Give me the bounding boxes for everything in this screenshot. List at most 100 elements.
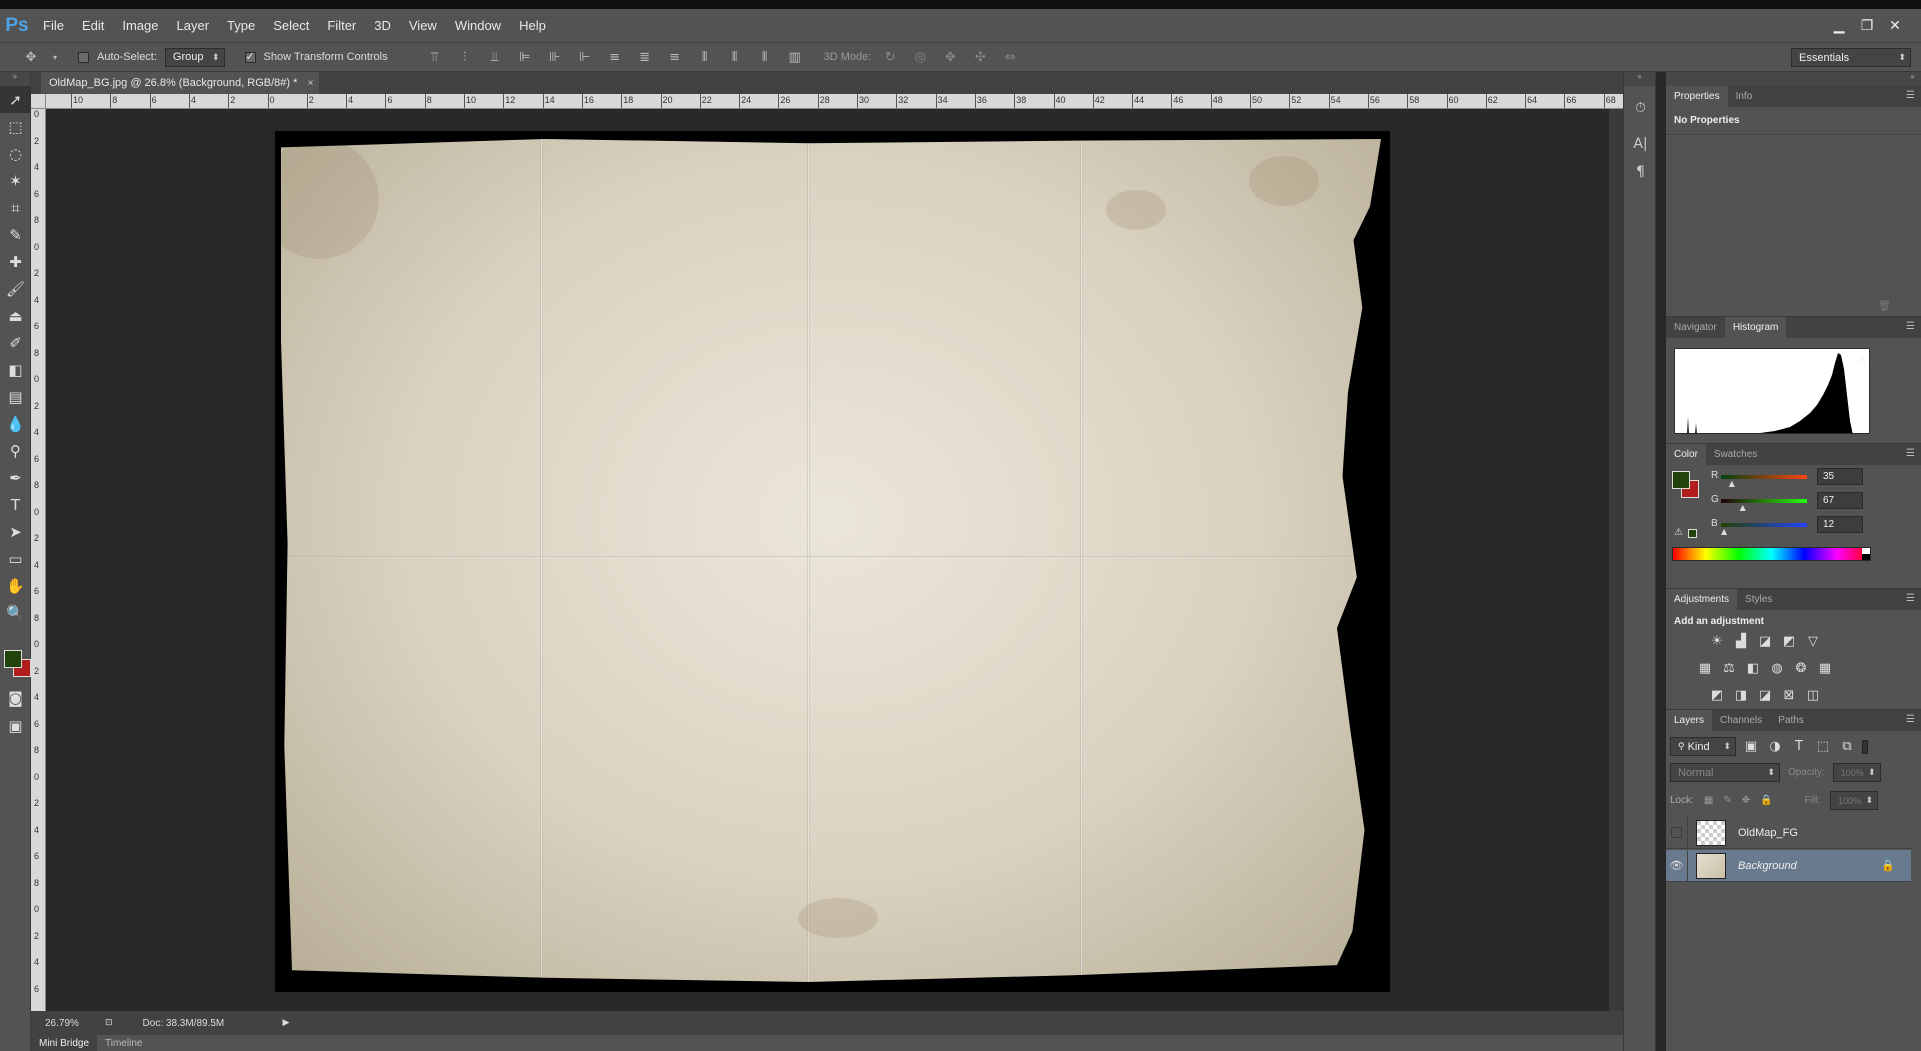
align-hcenter-icon[interactable]: ⊪	[544, 50, 566, 65]
tab-histogram[interactable]: Histogram	[1724, 317, 1787, 338]
distribute-vcenter-icon[interactable]: ≣	[634, 50, 656, 65]
color-fg-swatch[interactable]	[1672, 471, 1690, 489]
tab-paths[interactable]: Paths	[1770, 710, 1812, 731]
layer-name[interactable]: OldMap_FG	[1738, 827, 1798, 839]
lasso-tool-icon[interactable]: ◌	[0, 140, 31, 167]
distribute-top-icon[interactable]: ≡	[604, 50, 626, 65]
close-icon[interactable]: ×	[308, 78, 314, 89]
collapse-panels-icon[interactable]: »	[1666, 72, 1921, 86]
tab-swatches[interactable]: Swatches	[1706, 444, 1765, 465]
path-selection-tool-icon[interactable]: ➤	[0, 518, 31, 545]
menu-view[interactable]: View	[400, 18, 446, 33]
visibility-toggle[interactable]	[1666, 816, 1688, 849]
gradient-tool-icon[interactable]: ▤	[0, 383, 31, 410]
auto-select-dropdown[interactable]: Group	[164, 47, 225, 67]
close-button[interactable]: ✕	[1881, 15, 1909, 37]
vertical-scrollbar[interactable]	[1609, 109, 1623, 1012]
lock-transparent-icon[interactable]: ▦	[1704, 795, 1713, 806]
menu-image[interactable]: Image	[113, 18, 167, 33]
auto-align-icon[interactable]: ▥	[784, 50, 806, 65]
collapse-toolbar-icon[interactable]: »	[0, 72, 30, 86]
menu-help[interactable]: Help	[510, 18, 555, 33]
opacity-input[interactable]: 100%	[1832, 763, 1881, 782]
auto-select-checkbox[interactable]	[78, 51, 89, 63]
levels-icon[interactable]: ▟	[1732, 632, 1750, 650]
selective-color-icon[interactable]: ◫	[1804, 686, 1822, 704]
lock-position-icon[interactable]: ✥	[1742, 795, 1750, 806]
tab-channels[interactable]: Channels	[1712, 710, 1770, 731]
magic-wand-tool-icon[interactable]: ✶	[0, 167, 31, 194]
gamut-warning-icon[interactable]: ⚠	[1674, 527, 1683, 538]
3d-slide-icon[interactable]: ✣	[969, 50, 991, 65]
history-brush-tool-icon[interactable]: ✐	[0, 329, 31, 356]
hand-tool-icon[interactable]: ✋	[0, 572, 31, 599]
panel-menu-icon[interactable]: ☰	[1906, 714, 1915, 725]
eyedropper-tool-icon[interactable]: ✎	[0, 221, 31, 248]
menu-layer[interactable]: Layer	[168, 18, 219, 33]
show-transform-checkbox[interactable]	[244, 50, 256, 63]
tab-properties[interactable]: Properties	[1666, 86, 1728, 107]
tab-info[interactable]: Info	[1728, 86, 1761, 107]
layer-row-oldmap-fg[interactable]: OldMap_FG	[1666, 816, 1911, 849]
healing-brush-tool-icon[interactable]: ✚	[0, 248, 31, 275]
3d-roll-icon[interactable]: ◎	[909, 50, 931, 65]
color-lookup-icon[interactable]: ▦	[1816, 659, 1834, 677]
3d-scale-icon[interactable]: ⇔	[999, 50, 1021, 65]
status-menu-arrow[interactable]: ▶	[283, 1018, 290, 1028]
zoom-tool-icon[interactable]: 🔍	[0, 599, 31, 626]
align-bottom-icon[interactable]: ⫫	[484, 50, 506, 65]
fill-input[interactable]: 100%	[1830, 791, 1879, 810]
tab-layers[interactable]: Layers	[1666, 710, 1713, 731]
menu-filter[interactable]: Filter	[318, 18, 365, 33]
slider-blue[interactable]: B ▲ 12	[1711, 516, 1871, 539]
panel-menu-icon[interactable]: ☰	[1906, 593, 1915, 604]
align-vcenter-icon[interactable]: ⫶	[454, 50, 476, 65]
green-value-input[interactable]: 67	[1817, 492, 1863, 509]
quick-mask-icon[interactable]: ◙	[0, 684, 31, 711]
color-spectrum-bar[interactable]	[1672, 547, 1871, 561]
black-white-icon[interactable]: ◧	[1744, 659, 1762, 677]
menu-type[interactable]: Type	[218, 18, 264, 33]
hue-saturation-icon[interactable]: ▦	[1696, 659, 1714, 677]
lock-all-icon[interactable]: 🔒	[1760, 795, 1772, 806]
distribute-hcenter-icon[interactable]: ⦀	[724, 50, 746, 65]
tab-navigator[interactable]: Navigator	[1666, 317, 1725, 338]
tab-color[interactable]: Color	[1666, 444, 1706, 465]
filter-pixel-icon[interactable]: ▣	[1742, 738, 1760, 756]
brush-tool-icon[interactable]: 🖌	[0, 275, 31, 302]
filter-toggle[interactable]	[1862, 739, 1868, 754]
3d-rotate-icon[interactable]: ↻	[879, 50, 901, 65]
crop-tool-icon[interactable]: ⌗	[0, 194, 31, 221]
minimize-button[interactable]: ▁	[1825, 15, 1853, 37]
move-tool-preset-icon[interactable]: ✥	[20, 50, 42, 65]
align-top-icon[interactable]: ⫪	[424, 50, 446, 65]
layer-name[interactable]: Background	[1738, 860, 1797, 872]
dodge-tool-icon[interactable]: ⚲	[0, 437, 31, 464]
color-balance-icon[interactable]: ⚖	[1720, 659, 1738, 677]
filter-adjustment-icon[interactable]: ◑	[1766, 738, 1784, 756]
slider-green[interactable]: G ▲ 67	[1711, 492, 1871, 515]
document-image[interactable]	[275, 131, 1390, 992]
blend-mode-dropdown[interactable]: Normal	[1670, 763, 1780, 782]
layer-row-background[interactable]: 👁 Background 🔒	[1666, 849, 1911, 882]
trash-icon[interactable]: 🗑	[1878, 301, 1891, 312]
menu-3d[interactable]: 3D	[365, 18, 400, 33]
menu-edit[interactable]: Edit	[73, 18, 113, 33]
chevron-down-icon[interactable]: ▾	[50, 53, 60, 62]
3d-pan-icon[interactable]: ✥	[939, 50, 961, 65]
move-tool-icon[interactable]: ➚	[0, 86, 31, 113]
slider-blue-thumb[interactable]: ▲	[1721, 527, 1727, 536]
expand-panels-icon[interactable]: «	[1624, 72, 1655, 86]
tab-adjustments[interactable]: Adjustments	[1666, 589, 1738, 610]
brightness-contrast-icon[interactable]: ☀	[1708, 632, 1726, 650]
distribute-bottom-icon[interactable]: ≡	[664, 50, 686, 65]
eye-icon[interactable]: 👁	[1666, 849, 1688, 882]
vertical-ruler[interactable]: 0 2 4 6 8 0 2 4 6 8 0 2 4 6 8 0 2 4 6 8 0 2 4 6 8 0 2 4 6 8 0 2 4 6	[31, 109, 46, 1012]
slider-red[interactable]: R ▲ 35	[1711, 468, 1871, 491]
align-right-icon[interactable]: ⊩	[574, 50, 596, 65]
blur-tool-icon[interactable]: 💧	[0, 410, 31, 437]
panel-menu-icon[interactable]: ☰	[1906, 321, 1915, 332]
distribute-right-icon[interactable]: ⦀	[754, 50, 776, 65]
warning-icon[interactable]: ⚠	[1857, 354, 1867, 367]
slider-green-thumb[interactable]: ▲	[1740, 503, 1746, 512]
